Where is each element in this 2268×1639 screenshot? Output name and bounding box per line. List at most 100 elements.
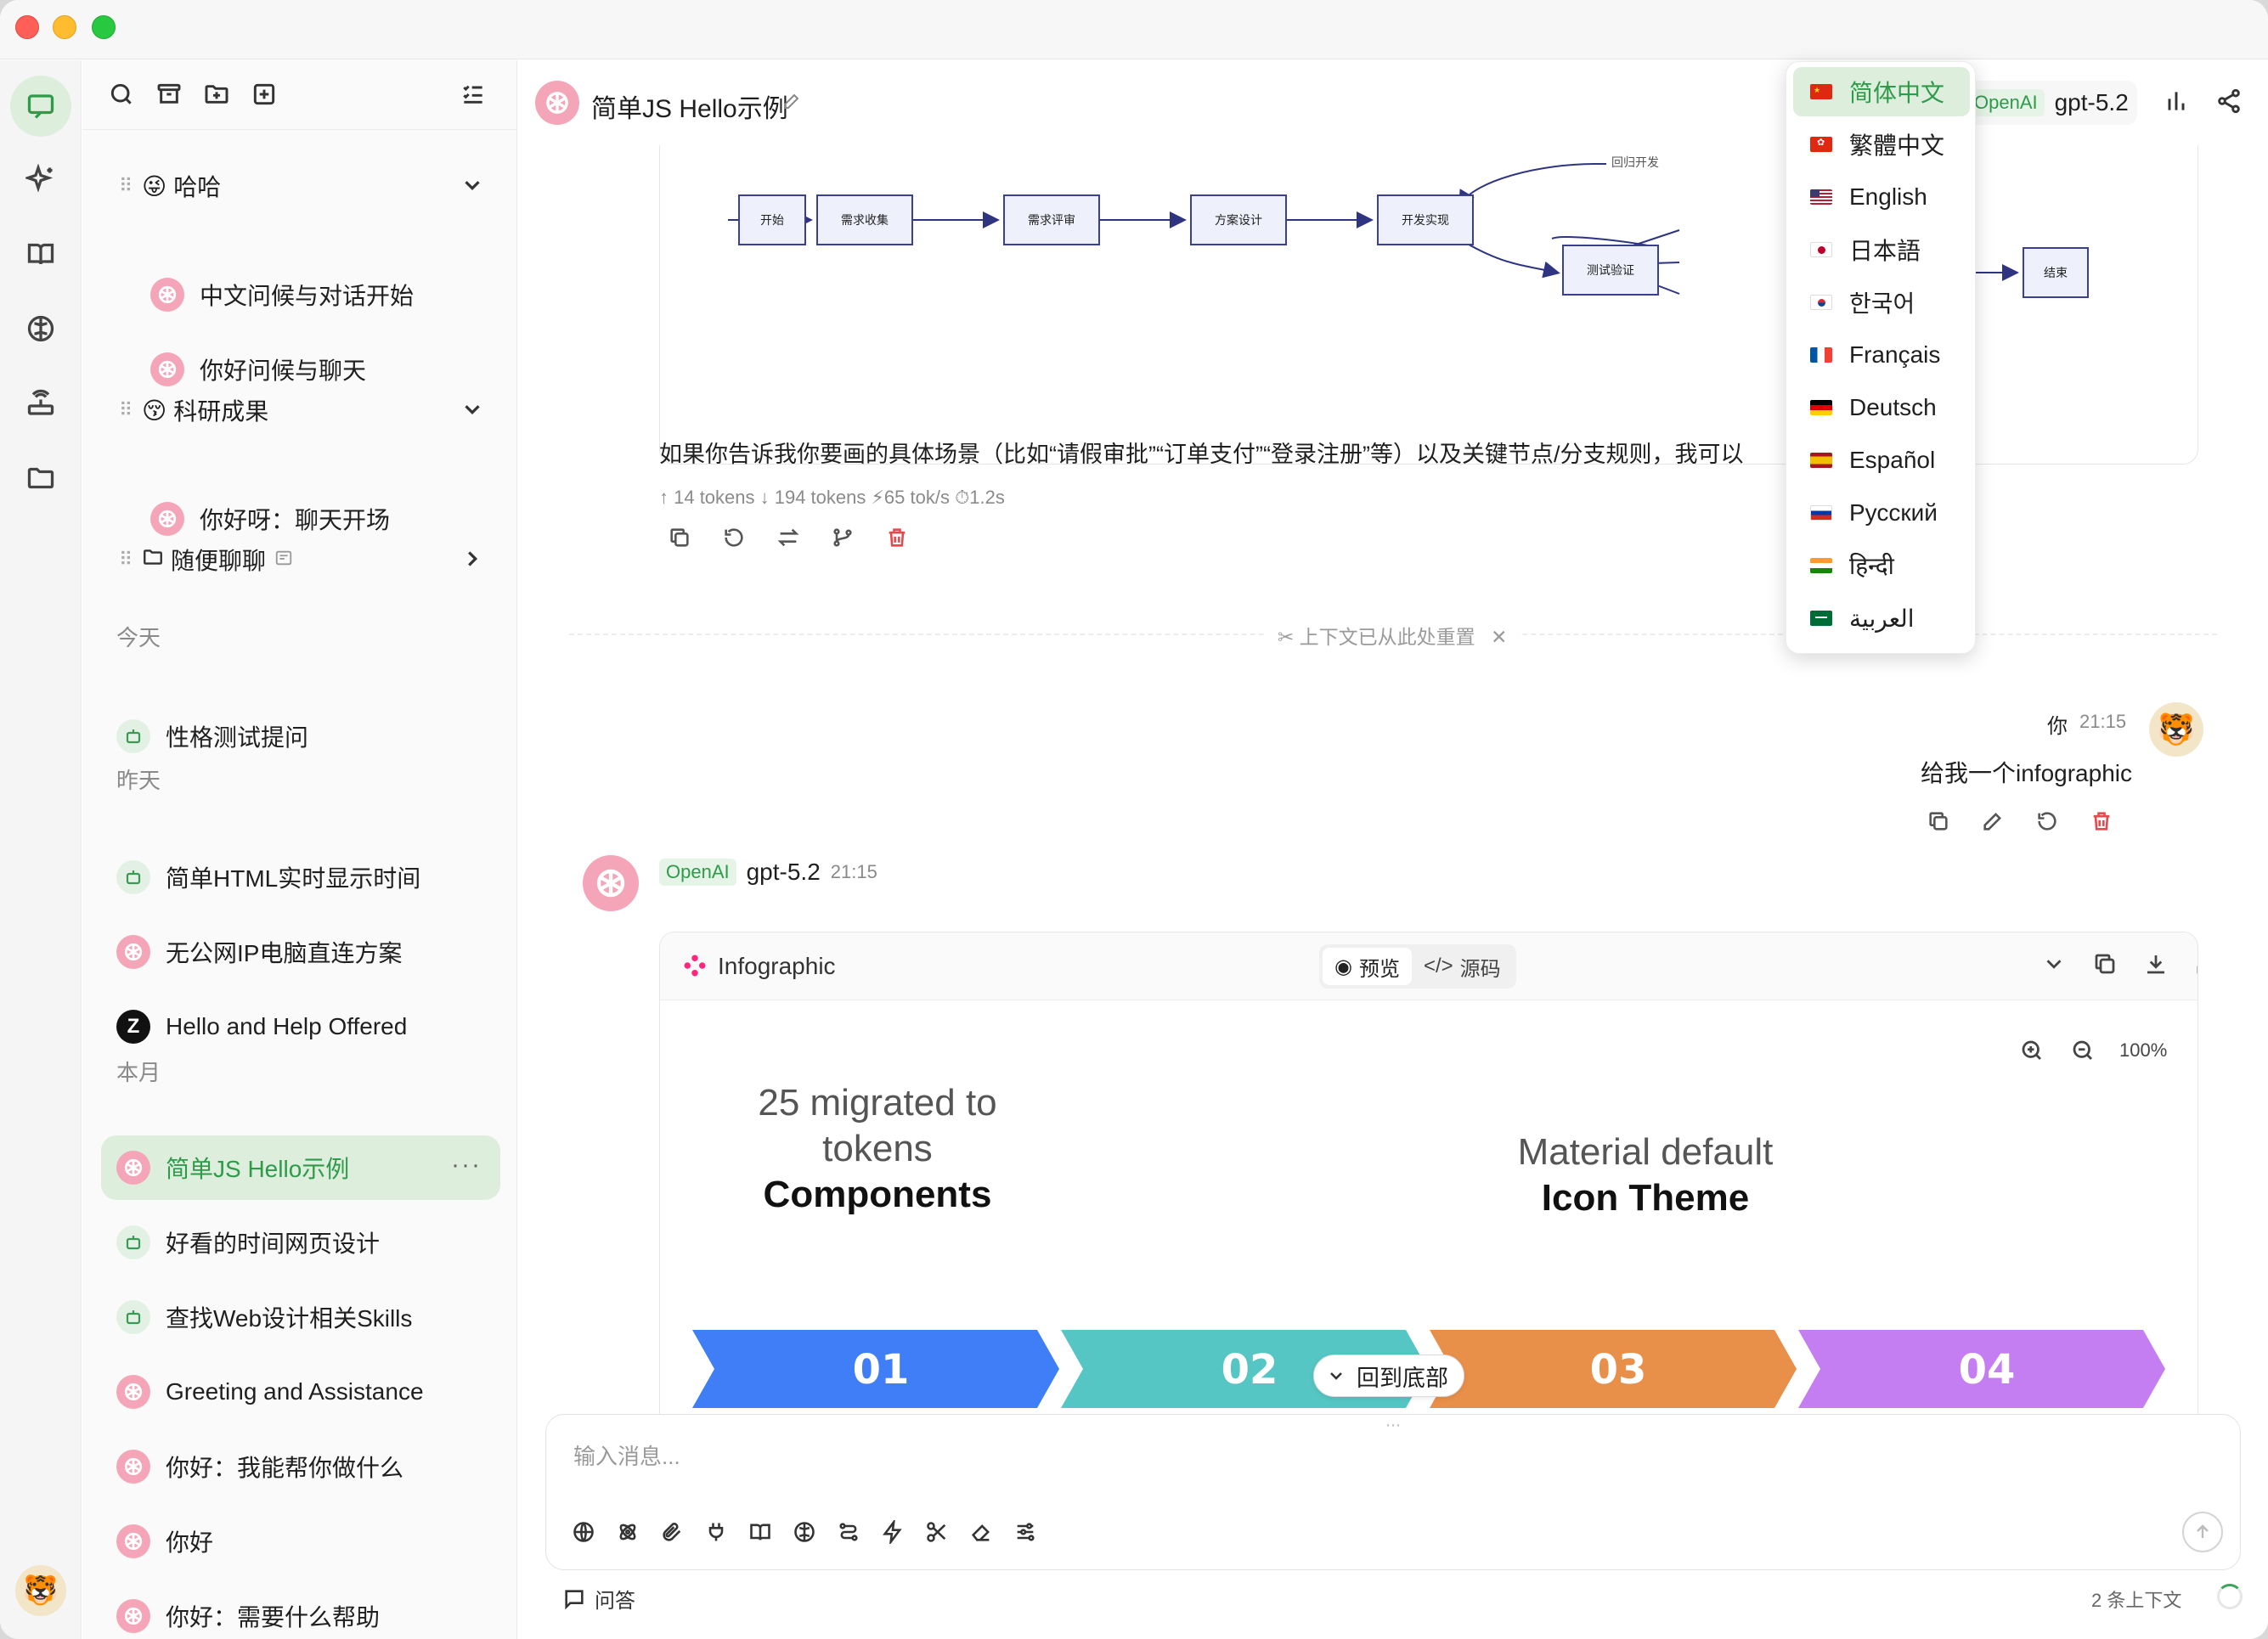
lang-option-zh-tw[interactable]: ✿ 繁體中文: [1793, 120, 1970, 169]
bot-icon: [116, 719, 150, 753]
conversation-item[interactable]: 查找Web设计相关Skills: [101, 1285, 500, 1349]
context-usage-ring: [2217, 1584, 2243, 1609]
conversation-item[interactable]: 性格测试提问: [101, 704, 500, 769]
user-avatar[interactable]: 🐯: [15, 1565, 66, 1616]
folder-group[interactable]: ⠿ 随便聊聊: [101, 534, 500, 585]
scroll-to-bottom-button[interactable]: 回到底部: [1313, 1355, 1464, 1397]
branch-icon[interactable]: [826, 521, 860, 555]
lang-option-de[interactable]: Deutsch: [1793, 383, 1970, 432]
close-window-button[interactable]: [15, 15, 39, 39]
flow-node: 方案设计: [1190, 194, 1287, 245]
sliders-icon[interactable]: [1008, 1515, 1042, 1549]
conversation-item-active[interactable]: 简单JS Hello示例 ···: [101, 1135, 500, 1200]
message-actions: [663, 521, 934, 555]
tab-source[interactable]: </> 源码: [1412, 948, 1513, 985]
message-input[interactable]: [573, 1444, 2187, 1470]
router-icon[interactable]: [10, 373, 71, 434]
flag-kr-icon: [1810, 295, 1832, 310]
minimize-window-button[interactable]: [53, 15, 76, 39]
tab-preview[interactable]: ◉ 预览: [1323, 948, 1412, 985]
chat-icon[interactable]: [10, 76, 71, 137]
drag-handle-icon[interactable]: ⠿: [113, 549, 138, 571]
lang-option-fr[interactable]: Français: [1793, 330, 1970, 380]
plug-icon[interactable]: [699, 1515, 733, 1549]
folder-group[interactable]: ⠿ 😚 科研成果: [101, 385, 500, 436]
chat-title[interactable]: 简单JS Hello示例: [591, 87, 788, 125]
route-icon[interactable]: [832, 1515, 866, 1549]
lang-option-ar[interactable]: العربية: [1793, 594, 1970, 643]
globe-icon[interactable]: [567, 1515, 601, 1549]
conversation-item[interactable]: 好看的时间网页设计: [101, 1210, 500, 1275]
drag-handle-icon[interactable]: ⠿: [113, 399, 138, 421]
eraser-icon[interactable]: [964, 1515, 998, 1549]
zoom-window-button[interactable]: [92, 15, 116, 39]
zoom-out-icon[interactable]: [2070, 1038, 2099, 1067]
zap-icon[interactable]: [876, 1515, 910, 1549]
brain-icon[interactable]: [10, 298, 71, 359]
swap-icon[interactable]: [771, 521, 805, 555]
copy-icon[interactable]: [2092, 951, 2123, 982]
conversation-item[interactable]: 你好: [101, 1509, 500, 1574]
sparkles-icon[interactable]: [10, 149, 71, 210]
square-plus-icon[interactable]: [247, 77, 281, 111]
model-name: gpt-5.2: [2054, 89, 2129, 115]
fullscreen-icon[interactable]: [2194, 951, 2197, 982]
book-icon[interactable]: [10, 223, 71, 284]
conversation-title: Hello and Help Offered: [166, 1013, 408, 1039]
conversation-title: 无公网IP电脑直连方案: [166, 940, 403, 966]
regenerate-icon[interactable]: [717, 521, 751, 555]
search-icon[interactable]: [104, 77, 138, 111]
more-options-icon[interactable]: ···: [451, 1151, 482, 1180]
edit-icon[interactable]: [1976, 804, 2010, 838]
sidebar-divider: [82, 129, 516, 130]
chevron-down-icon[interactable]: [460, 172, 485, 198]
chevron-down-icon[interactable]: [460, 397, 485, 422]
conversation-item[interactable]: Greeting and Assistance: [101, 1360, 500, 1424]
lang-option-hi[interactable]: हिन्दी: [1793, 541, 1970, 590]
conversation-item[interactable]: 简单HTML实时显示时间: [101, 845, 500, 910]
lang-option-zh-cn[interactable]: ★ 简体中文: [1793, 67, 1970, 116]
paperclip-icon[interactable]: [655, 1515, 689, 1549]
scissors-icon[interactable]: [920, 1515, 954, 1549]
conversation-item[interactable]: 无公网IP电脑直连方案: [101, 920, 500, 984]
regenerate-icon[interactable]: [2030, 804, 2064, 838]
conversation-item[interactable]: 你好：需要什么帮助: [101, 1584, 500, 1639]
lang-option-ja[interactable]: 日本語: [1793, 225, 1970, 274]
conversation-item[interactable]: Z Hello and Help Offered: [101, 994, 500, 1059]
chevron-down-icon[interactable]: [2041, 951, 2072, 982]
flow-edge-label: 回归开发: [1606, 154, 1664, 171]
bot-icon: [116, 1300, 150, 1334]
close-icon[interactable]: ✕: [1491, 626, 1507, 648]
delete-icon[interactable]: [2085, 804, 2118, 838]
lang-option-en[interactable]: English: [1793, 172, 1970, 222]
folder-group[interactable]: ⠿ 😜 哈哈: [101, 161, 500, 211]
archive-icon[interactable]: [152, 77, 186, 111]
delete-icon[interactable]: [880, 521, 914, 555]
lang-option-es[interactable]: Español: [1793, 436, 1970, 485]
conversation-item[interactable]: 中文问候与对话开始: [150, 262, 500, 327]
download-icon[interactable]: [2143, 951, 2174, 982]
folder-plus-icon[interactable]: [200, 77, 234, 111]
bar-chart-icon[interactable]: [2163, 87, 2193, 118]
bot-icon: [116, 1225, 150, 1259]
conversation-item[interactable]: 你好：我能帮你做什么: [101, 1434, 500, 1499]
lang-option-ru[interactable]: Русский: [1793, 488, 1970, 538]
copy-icon[interactable]: [1921, 804, 1955, 838]
folder-icon[interactable]: [10, 448, 71, 509]
list-check-icon[interactable]: [456, 77, 490, 111]
model-selector[interactable]: OpenAI gpt-5.2: [1959, 81, 2137, 125]
chat-mode-toggle[interactable]: 问答: [562, 1584, 635, 1614]
brain-icon[interactable]: [787, 1515, 821, 1549]
book-icon[interactable]: [743, 1515, 777, 1549]
resize-handle[interactable]: ⋯: [1385, 1417, 1402, 1434]
copy-icon[interactable]: [663, 521, 697, 555]
zoom-in-icon[interactable]: [2019, 1038, 2048, 1067]
lang-option-ko[interactable]: 한국어: [1793, 278, 1970, 327]
chevron-right-icon[interactable]: [460, 546, 485, 572]
section-label: 本月: [116, 1060, 161, 1085]
share-icon[interactable]: [2215, 87, 2246, 118]
atom-icon[interactable]: [611, 1515, 645, 1549]
drag-handle-icon[interactable]: ⠿: [113, 175, 138, 197]
send-button[interactable]: [2182, 1512, 2223, 1552]
pencil-icon[interactable]: [781, 91, 804, 113]
